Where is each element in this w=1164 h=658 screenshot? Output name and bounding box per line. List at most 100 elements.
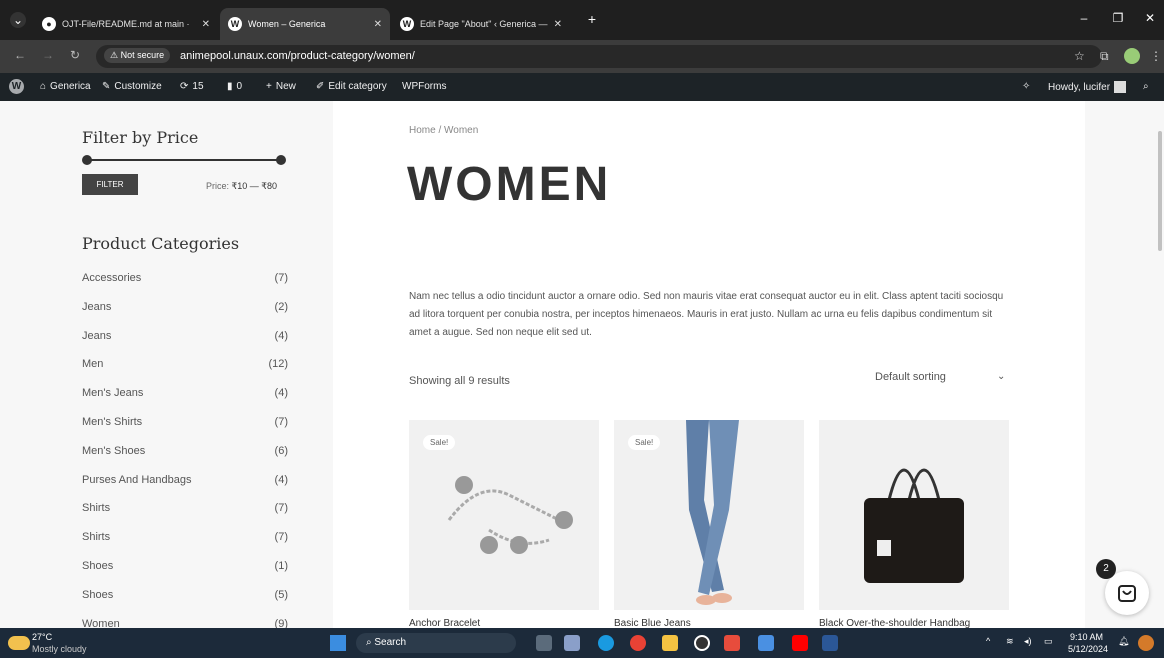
tab-edit-page[interactable]: W Edit Page "About" ‹ Generica — ✕ [392,8,570,40]
category-item[interactable]: Men's Shirts (7) [82,416,288,428]
category-count: (1) [274,560,288,572]
category-name[interactable]: Purses And Handbags [82,474,191,486]
wp-new-link[interactable]: + New [266,81,296,92]
category-item[interactable]: Shoes (1) [82,560,288,572]
extensions-icon[interactable]: ⧉ [1100,49,1109,64]
clock-date[interactable]: 5/12/2024 [1068,644,1108,654]
app-icon[interactable] [724,635,740,651]
volume-icon[interactable]: ◂) [1024,636,1032,647]
clock-time[interactable]: 9:10 AM [1070,632,1103,642]
wp-site-link[interactable]: ⌂ Generica [40,81,91,92]
file-explorer-icon[interactable] [662,635,678,651]
forward-icon[interactable]: → [42,48,54,62]
widgets-icon[interactable] [564,635,580,651]
filter-button[interactable]: FILTER [82,174,138,195]
new-tab-icon[interactable]: + [584,11,600,27]
close-tab-icon[interactable]: ✕ [554,19,562,30]
category-item[interactable]: Shoes (5) [82,589,288,601]
category-item[interactable]: Men's Shoes (6) [82,445,288,457]
minimize-icon[interactable]: – [1076,10,1092,26]
weather-icon[interactable] [8,636,30,650]
opera-icon[interactable] [694,635,710,651]
tab-title: Edit Page "About" ‹ Generica — [420,19,548,29]
category-item[interactable]: Men (12) [82,358,288,370]
category-name[interactable]: Jeans [82,330,111,342]
product-title[interactable]: Black Over-the-shoulder Handbag [819,618,970,628]
category-name[interactable]: Shirts [82,531,110,543]
close-window-icon[interactable]: ✕ [1142,10,1158,26]
category-item[interactable]: Men's Jeans (4) [82,387,288,399]
copilot-icon[interactable] [1138,635,1154,651]
weather-desc[interactable]: Mostly cloudy [32,644,87,654]
close-tab-icon[interactable]: ✕ [374,19,382,30]
maximize-icon[interactable]: ❐ [1110,10,1126,26]
wordpress-logo-icon[interactable]: W [9,79,24,94]
back-icon[interactable]: ← [14,48,26,62]
windows-start-icon[interactable] [330,635,346,651]
price-slider-min-handle[interactable] [82,155,92,165]
product-card[interactable]: Sale! [614,420,804,610]
category-name[interactable]: Men's Shoes [82,445,145,457]
product-title[interactable]: Anchor Bracelet [409,618,480,628]
product-card[interactable] [819,420,1009,610]
chrome-icon[interactable] [630,635,646,651]
category-name[interactable]: Women [82,618,120,628]
category-item[interactable]: Shirts (7) [82,531,288,543]
category-name[interactable]: Shoes [82,560,113,572]
edge-icon[interactable] [598,635,614,651]
wp-forms-link[interactable]: WPForms [402,81,446,92]
breadcrumb[interactable]: Home / Women [409,125,478,136]
category-item[interactable]: Jeans (4) [82,330,288,342]
star-icon[interactable]: ☆ [1074,49,1085,63]
close-tab-icon[interactable]: ✕ [202,19,210,30]
wp-howdy-menu[interactable]: Howdy, lucifer [1048,81,1127,93]
taskview-icon[interactable] [536,635,552,651]
category-name[interactable]: Jeans [82,301,111,313]
chevron-up-icon[interactable]: ^ [986,636,990,646]
product-title[interactable]: Basic Blue Jeans [614,618,691,628]
weather-temp[interactable]: 27°C [32,632,52,642]
category-item[interactable]: Women (9) [82,618,288,628]
category-name[interactable]: Shoes [82,589,113,601]
wp-edit-category-link[interactable]: ✐ Edit category [316,81,387,92]
page-viewport: Filter by Price FILTER Price: ₹10 — ₹80 … [0,101,1164,628]
category-item[interactable]: Purses And Handbags (4) [82,474,288,486]
profile-avatar[interactable] [1124,48,1140,64]
category-item[interactable]: Jeans (2) [82,301,288,313]
url-field[interactable]: ⚠ Not secure animepool.unaux.com/product… [96,45,1102,68]
bell-icon[interactable]: 🔔︎ [1118,636,1129,647]
bag-icon [1118,585,1136,602]
scrollbar[interactable] [1158,131,1162,251]
not-secure-badge[interactable]: ⚠ Not secure [104,48,171,63]
category-name[interactable]: Men's Jeans [82,387,143,399]
category-name[interactable]: Men [82,358,103,370]
search-icon[interactable]: ⌕ [1143,81,1149,92]
sort-select[interactable]: Default sorting [875,371,946,383]
store-icon[interactable] [758,635,774,651]
category-item[interactable]: Shirts (7) [82,502,288,514]
price-slider-max-handle[interactable] [276,155,286,165]
youtube-icon[interactable] [792,635,808,651]
wp-updates-link[interactable]: ⟳ 15 [180,81,204,92]
menu-icon[interactable]: ⋮ [1150,49,1162,63]
tab-women[interactable]: W Women – Generica ✕ [220,8,390,40]
word-icon[interactable] [822,635,838,651]
taskbar-search[interactable]: ⌕ Search [356,633,516,653]
wp-comments-link[interactable]: ▮ 0 [227,81,242,92]
wp-customize-link[interactable]: ✎ Customize [102,81,162,92]
battery-icon[interactable]: ▭ [1044,636,1053,647]
category-name[interactable]: Shirts [82,502,110,514]
tab-github[interactable]: ● OJT-File/README.md at main · ✕ [34,8,218,40]
product-card[interactable]: Sale! [409,420,599,610]
reload-icon[interactable]: ↻ [70,48,80,62]
category-name[interactable]: Men's Shirts [82,416,142,428]
cart-button[interactable] [1105,571,1149,615]
wifi-icon[interactable]: ≋ [1006,636,1014,647]
chevron-down-icon[interactable]: ⌄ [997,371,1005,382]
sparkle-icon[interactable]: ✧ [1022,81,1030,92]
tab-search-icon[interactable]: ⌄ [10,12,26,28]
category-item[interactable]: Accessories (7) [82,272,288,284]
price-slider-track[interactable] [86,159,282,161]
category-name[interactable]: Accessories [82,272,141,284]
category-count: (7) [274,416,288,428]
